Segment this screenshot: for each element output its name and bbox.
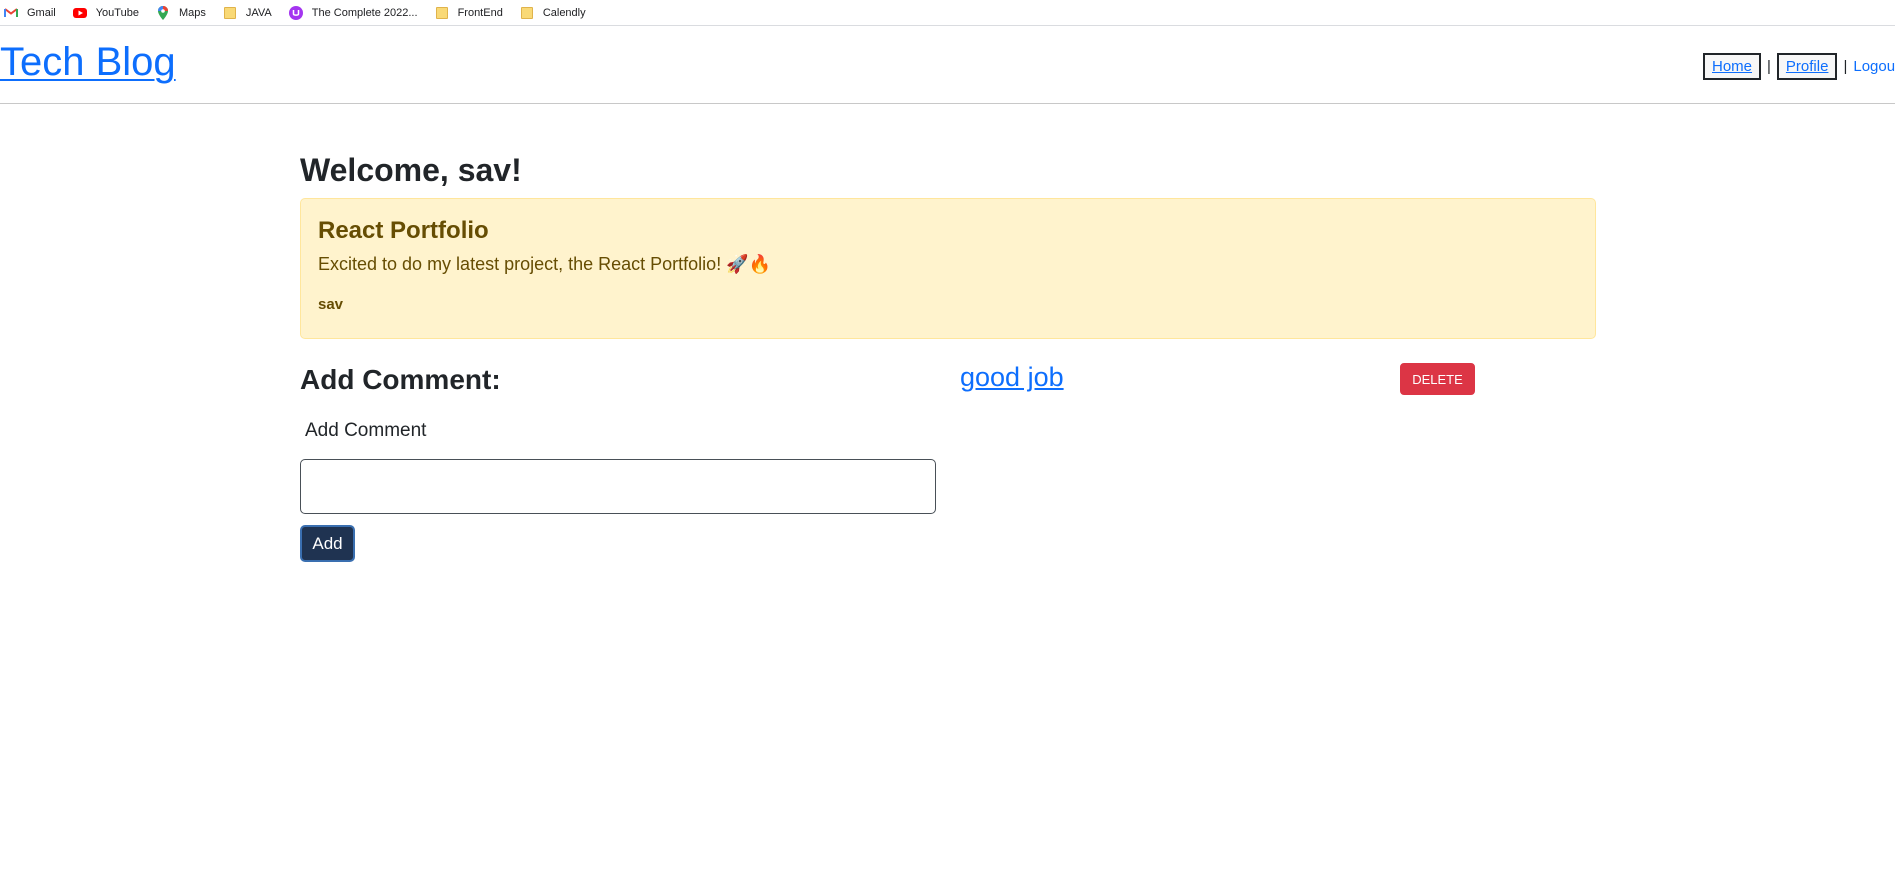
udemy-icon	[288, 5, 303, 20]
nav-profile-button[interactable]: Profile	[1776, 53, 1838, 80]
brand-link[interactable]: Tech Blog	[0, 40, 176, 85]
main-nav: Home | Profile | Logou	[1703, 53, 1895, 80]
add-comment-heading: Add Comment:	[300, 364, 501, 395]
post-title: React Portfolio	[318, 217, 489, 244]
bookmark-label: FrontEnd	[457, 6, 503, 19]
post-card: React Portfolio Excited to do my latest …	[300, 198, 1596, 339]
folder-icon	[435, 6, 449, 20]
post-author: sav	[318, 296, 344, 313]
bookmark-label: JAVA	[245, 6, 272, 19]
delete-comment-button[interactable]: DELETE	[1400, 363, 1475, 395]
bookmark-maps[interactable]: Maps	[156, 5, 206, 20]
comment-link[interactable]: good job	[960, 362, 1064, 393]
bookmark-label: YouTube	[95, 6, 139, 19]
nav-separator: |	[1767, 58, 1771, 75]
site-header: Tech Blog Home | Profile | Logou	[0, 26, 1895, 104]
folder-icon	[223, 6, 237, 20]
comment-input[interactable]	[300, 459, 936, 514]
nav-separator: |	[1843, 58, 1848, 75]
youtube-icon	[72, 6, 87, 20]
bookmarks-bar: Gmail YouTube Maps JAVA The Complete 202…	[0, 0, 1895, 26]
bookmark-label: Maps	[178, 6, 206, 19]
folder-icon	[520, 6, 534, 20]
bookmark-frontend[interactable]: FrontEnd	[435, 6, 503, 20]
gmail-icon	[4, 6, 18, 20]
bookmark-java[interactable]: JAVA	[223, 6, 272, 20]
bookmark-complete-2022[interactable]: The Complete 2022...	[288, 5, 418, 20]
maps-icon	[156, 5, 170, 20]
nav-logout-link[interactable]: Logou	[1853, 58, 1895, 75]
bookmark-label: Gmail	[27, 6, 56, 19]
bookmark-calendly[interactable]: Calendly	[520, 6, 586, 20]
bookmark-label: Calendly	[542, 6, 586, 19]
bookmark-gmail[interactable]: Gmail	[4, 6, 56, 20]
nav-home-button[interactable]: Home	[1703, 53, 1762, 80]
page-title: Welcome, sav!	[300, 152, 522, 188]
bookmark-label: The Complete 2022...	[311, 6, 418, 19]
add-comment-button[interactable]: Add	[300, 525, 355, 562]
comment-field-label: Add Comment	[305, 420, 427, 441]
bookmark-youtube[interactable]: YouTube	[72, 6, 139, 20]
post-body: Excited to do my latest project, the Rea…	[318, 254, 772, 274]
